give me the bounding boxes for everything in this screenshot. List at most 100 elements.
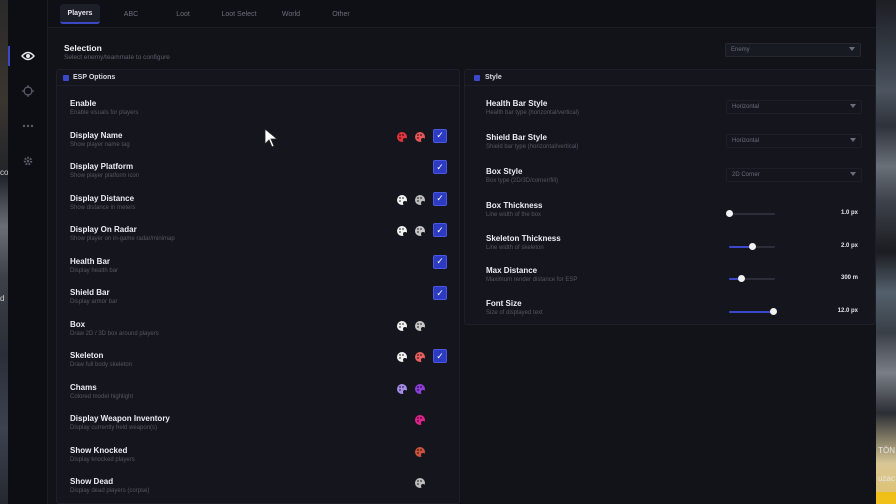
esp-option-title: Display Distance <box>70 193 135 203</box>
esp-option-title: Display Weapon Inventory <box>70 414 170 423</box>
crosshair-icon[interactable] <box>20 83 36 99</box>
esp-option-title: Box <box>70 319 86 329</box>
background-yellow-block <box>876 492 896 504</box>
menu-window: Players ABC Loot Loot Select World Other… <box>8 0 876 504</box>
game-background-right <box>876 0 896 504</box>
slider-value: 1.0 px <box>840 210 858 216</box>
color-palette-icon[interactable] <box>415 320 425 331</box>
tab-players[interactable]: Players <box>60 4 100 24</box>
esp-option-checkbox[interactable]: ✓ <box>433 223 447 237</box>
more-icon[interactable] <box>20 118 36 134</box>
slider-value: 300 m <box>840 275 858 281</box>
esp-options-title: ESP Options <box>73 74 116 81</box>
color-palette-icon[interactable] <box>415 194 425 205</box>
esp-option-description: Draw full body skeleton <box>70 362 133 368</box>
chevron-down-icon <box>850 138 856 142</box>
style-option-title: Max Distance <box>486 266 538 275</box>
sidebar <box>8 0 48 504</box>
color-palette-icon[interactable] <box>397 352 407 362</box>
sidebar-active-indicator <box>8 46 10 66</box>
esp-option-checkbox[interactable]: ✓ <box>433 254 447 269</box>
selection-subtitle: Select enemy/teammate to configure <box>64 54 170 61</box>
slider-knob[interactable] <box>749 243 756 250</box>
esp-option-checkbox[interactable]: ✓ <box>433 128 447 143</box>
chevron-down-icon <box>850 172 856 176</box>
esp-option-checkbox[interactable]: ✓ <box>433 160 447 174</box>
eye-icon[interactable] <box>20 48 36 64</box>
tab-loot[interactable]: Loot <box>168 4 198 24</box>
color-palette-icon[interactable] <box>397 194 407 205</box>
style-option-title: Shield Bar Style <box>486 133 547 142</box>
esp-option-description: Enable visuals for players <box>70 110 139 116</box>
tab-loot-select[interactable]: Loot Select <box>212 4 266 24</box>
esp-option-checkbox[interactable]: ✓ <box>433 191 447 206</box>
esp-option-title: Display Platform <box>70 162 134 171</box>
color-palette-icon[interactable] <box>415 446 425 457</box>
gear-icon[interactable] <box>20 153 36 169</box>
slider-track[interactable] <box>726 210 775 217</box>
background-text: uzac <box>878 474 895 483</box>
screen: co d TÓN uzac Players ABC Loot Loot Sele… <box>0 0 896 504</box>
slider-value: 12.0 px <box>837 308 858 314</box>
style-title: Style <box>485 74 502 81</box>
selection-dropdown-value: Enemy <box>731 47 750 53</box>
color-palette-icon[interactable] <box>397 226 407 236</box>
color-palette-icon[interactable] <box>415 352 425 362</box>
slider-knob[interactable] <box>769 308 777 315</box>
color-palette-icon[interactable] <box>397 131 407 142</box>
style-option-title: Box Thickness <box>486 201 543 210</box>
color-palette-icon[interactable] <box>415 226 425 236</box>
style-option-title: Font Size <box>486 299 522 308</box>
esp-option-title: Shield Bar <box>70 288 110 297</box>
esp-option-title: Display Name <box>70 130 123 140</box>
color-palette-icon[interactable] <box>397 320 407 331</box>
color-palette-icon[interactable] <box>415 131 425 142</box>
esp-option-title: Health Bar <box>70 256 111 266</box>
style-option-description: Line width of the box <box>486 212 542 218</box>
slider-track[interactable] <box>729 308 777 315</box>
slider-track[interactable] <box>729 243 775 250</box>
tab-bar: Players ABC Loot Loot Select World Other <box>48 0 876 28</box>
style-dropdown[interactable]: 2D Corner <box>726 168 862 182</box>
style-panel: Style Health Bar Style Health bar type (h… <box>464 69 876 325</box>
tab-world[interactable]: World <box>274 4 308 24</box>
esp-option-checkbox[interactable]: ✓ <box>433 286 447 300</box>
slider-knob[interactable] <box>726 210 733 217</box>
background-text: d <box>0 294 5 303</box>
style-option-title: Box Style <box>486 167 523 176</box>
color-palette-icon[interactable] <box>415 478 425 488</box>
esp-option-description: Display health bar <box>70 267 119 274</box>
panel-marker <box>63 75 69 81</box>
esp-option-description: Display dead players (corpse) <box>70 488 150 494</box>
tab-abc[interactable]: ABC <box>116 4 146 24</box>
slider-track[interactable] <box>729 275 775 282</box>
color-palette-icon[interactable] <box>397 383 407 394</box>
style-option-title: Skeleton Thickness <box>486 234 561 243</box>
tab-other[interactable]: Other <box>324 4 358 24</box>
selection-title: Selection <box>64 43 102 53</box>
style-option-description: Shield bar type (horizontal/vertical) <box>486 144 579 150</box>
style-option-description: Box type (2D/3D/corner/fill) <box>486 178 559 184</box>
esp-option-description: Colored model highlight <box>70 393 134 400</box>
esp-option-title: Show Dead <box>70 477 114 486</box>
chevron-down-icon <box>850 104 856 108</box>
esp-option-description: Show player platform icon <box>70 173 140 179</box>
selection-dropdown[interactable]: Enemy <box>725 43 861 57</box>
esp-options-header: ESP Options <box>57 70 459 86</box>
panel-marker <box>474 75 480 81</box>
style-dropdown[interactable]: Horizontal <box>726 134 862 148</box>
game-background-left <box>0 0 8 504</box>
esp-option-description: Display currently held weapon(s) <box>70 425 158 431</box>
style-dropdown-value: Horizontal <box>732 104 760 110</box>
style-dropdown[interactable]: Horizontal <box>726 100 862 114</box>
style-option-title: Health Bar Style <box>486 99 548 108</box>
color-palette-icon[interactable] <box>415 415 425 425</box>
esp-option-checkbox[interactable]: ✓ <box>433 349 447 363</box>
slider-value: 2.0 px <box>840 243 858 249</box>
slider-fill <box>729 311 773 313</box>
slider-knob[interactable] <box>737 275 745 282</box>
style-option-description: Maximum render distance for ESP <box>486 277 578 283</box>
esp-option-title: Display On Radar <box>70 225 137 234</box>
esp-option-title: Chams <box>70 382 97 392</box>
color-palette-icon[interactable] <box>415 383 425 394</box>
